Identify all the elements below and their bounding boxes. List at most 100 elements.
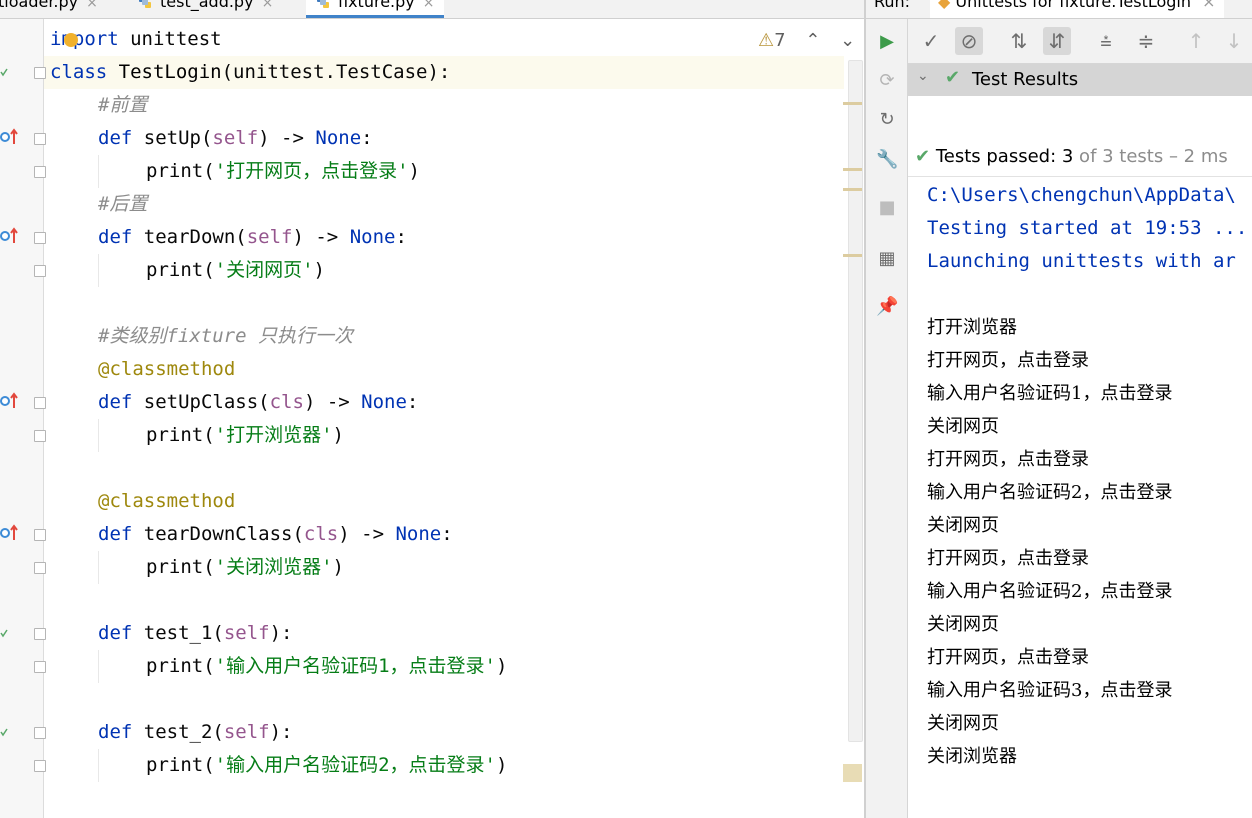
code-token: setUpClass(	[132, 391, 270, 413]
fold-icon[interactable]	[34, 166, 46, 178]
fold-icon[interactable]	[34, 562, 46, 574]
override-icon[interactable]	[0, 128, 18, 146]
fold-icon[interactable]	[34, 430, 46, 442]
code-line-5[interactable]: print('打开网页，点击登录')	[146, 155, 420, 188]
chevron-down-icon[interactable]: ⌄	[917, 68, 929, 84]
code-token: None	[361, 391, 407, 413]
wrench-icon[interactable]: 🔧	[876, 149, 898, 171]
status-suffix: of 3 tests – 2 ms	[1073, 146, 1228, 167]
scroll-marker[interactable]	[843, 188, 862, 191]
override-icon[interactable]	[0, 524, 18, 542]
fold-icon[interactable]	[34, 661, 46, 673]
console-line: 输入用户名验证码3，点击登录	[927, 680, 1173, 701]
code-token: def	[98, 127, 133, 149]
code-line-15[interactable]: @classmethod	[98, 485, 235, 518]
code-token: '关闭网页'	[214, 259, 314, 281]
show-passed-icon[interactable]: ✓	[917, 27, 945, 55]
console-line: 输入用户名验证码2，点击登录	[927, 482, 1173, 503]
status-passed-count: 3	[1061, 146, 1074, 167]
fold-icon[interactable]	[34, 727, 46, 739]
tab-fixture[interactable]: fixture.py ×	[306, 0, 445, 18]
console-line: 输入用户名验证码2，点击登录	[927, 581, 1173, 602]
code-line-11[interactable]: @classmethod	[98, 353, 235, 386]
test-results-row[interactable]: ⌄ ✔ Test Results	[908, 64, 1252, 96]
code-token: def	[98, 622, 133, 644]
toggle-autotest-icon[interactable]: ↻	[876, 109, 898, 131]
console-line: 打开网页，点击登录	[927, 647, 1089, 668]
test-status: ✔ Tests passed: 3 of 3 tests – 2 ms	[908, 138, 1252, 177]
code-line-4[interactable]: def setUp(self) -> None:	[98, 122, 373, 155]
code-token: print(	[146, 754, 215, 776]
fold-icon[interactable]	[34, 628, 46, 640]
rerun-failed-icon[interactable]: ⟳	[876, 70, 898, 92]
code-line-8[interactable]: print('关闭网页')	[146, 254, 325, 287]
console-line: 关闭网页	[927, 416, 999, 437]
code-line-6[interactable]: #后置	[98, 188, 147, 221]
fold-icon[interactable]	[34, 232, 46, 244]
code-line-22[interactable]: def test_2(self):	[98, 716, 293, 749]
code-token: def	[98, 226, 133, 248]
code-token: '关闭浏览器'	[214, 556, 333, 578]
override-icon[interactable]	[0, 227, 18, 245]
fold-icon[interactable]	[34, 133, 46, 145]
code-line-2[interactable]: class TestLogin(unittest.TestCase):	[50, 56, 450, 89]
sort-duration-icon[interactable]: ⇵	[1043, 27, 1071, 55]
code-token: self	[223, 622, 270, 644]
run-header: Run: ◆ Unittests for fixture.TestLogin ×	[866, 0, 1252, 19]
code-line-19[interactable]: def test_1(self):	[98, 617, 293, 650]
tab-label: fixture.py	[338, 0, 415, 11]
run-label: Run:	[874, 0, 911, 11]
stop-icon[interactable]: ■	[876, 197, 898, 219]
code-line-16[interactable]: def tearDownClass(cls) -> None:	[98, 518, 453, 551]
close-icon[interactable]: ×	[262, 0, 274, 11]
close-icon[interactable]: ×	[86, 0, 98, 11]
code-line-7[interactable]: def tearDown(self) -> None:	[98, 221, 407, 254]
show-ignored-icon[interactable]: ⊘	[955, 27, 983, 55]
code-line-13[interactable]: print('打开浏览器')	[146, 419, 344, 452]
scroll-marker[interactable]	[843, 764, 862, 782]
intention-bulb-icon[interactable]	[64, 33, 78, 47]
run-test-icon[interactable]	[0, 64, 8, 82]
run-test-icon[interactable]	[0, 724, 8, 742]
fold-icon[interactable]	[34, 760, 46, 772]
fold-icon[interactable]	[34, 67, 46, 79]
chevron-up-icon[interactable]: ⌃	[805, 30, 820, 51]
rerun-icon[interactable]: ▶	[876, 31, 898, 53]
layout-icon[interactable]: ▦	[876, 248, 898, 270]
code-token: (unittest.TestCase):	[221, 61, 451, 83]
inspection-widget[interactable]: ⚠7 ⌃ ⌄	[758, 30, 855, 51]
code-line-12[interactable]: def setUpClass(cls) -> None:	[98, 386, 418, 419]
sort-alpha-icon[interactable]: ⇅	[1005, 27, 1033, 55]
close-icon[interactable]: ×	[423, 0, 435, 11]
scroll-marker[interactable]	[843, 168, 862, 171]
tab-tloader[interactable]: tloader.py ×	[0, 0, 98, 18]
collapse-all-icon[interactable]: ≑	[1132, 27, 1160, 55]
next-icon[interactable]: ↓	[1220, 27, 1248, 55]
console-line: 关闭浏览器	[927, 746, 1017, 767]
code-line-17[interactable]: print('关闭浏览器')	[146, 551, 344, 584]
code-line-10[interactable]: #类级别fixture 只执行一次	[98, 320, 353, 353]
code-line-23[interactable]: print('输入用户名验证码2，点击登录')	[146, 749, 507, 782]
close-icon[interactable]: ×	[1202, 0, 1215, 11]
test-tree[interactable]	[908, 96, 1252, 138]
code-token: TestLogin	[107, 61, 222, 83]
expand-all-icon[interactable]: ⩮	[1092, 27, 1120, 55]
code-line-3[interactable]: #前置	[98, 89, 147, 122]
console-output[interactable]: C:\Users\chengchun\AppData\ Testing star…	[908, 177, 1252, 818]
code-token: )	[332, 556, 344, 578]
chevron-down-icon[interactable]: ⌄	[840, 30, 855, 51]
previous-icon[interactable]: ↑	[1182, 27, 1210, 55]
run-config-tab[interactable]: ◆ Unittests for fixture.TestLogin ×	[930, 0, 1224, 18]
scroll-marker[interactable]	[843, 254, 862, 257]
fold-icon[interactable]	[34, 397, 46, 409]
scrollbar-thumb[interactable]	[848, 60, 863, 742]
pin-icon[interactable]: 📌	[876, 296, 898, 318]
code-token: cls	[269, 391, 304, 413]
fold-icon[interactable]	[34, 265, 46, 277]
tab-test-add[interactable]: test_add.py ×	[138, 0, 273, 18]
run-test-icon[interactable]	[0, 625, 8, 643]
override-icon[interactable]	[0, 392, 18, 410]
scroll-marker[interactable]	[843, 102, 862, 105]
fold-icon[interactable]	[34, 529, 46, 541]
code-line-20[interactable]: print('输入用户名验证码1，点击登录')	[146, 650, 507, 683]
